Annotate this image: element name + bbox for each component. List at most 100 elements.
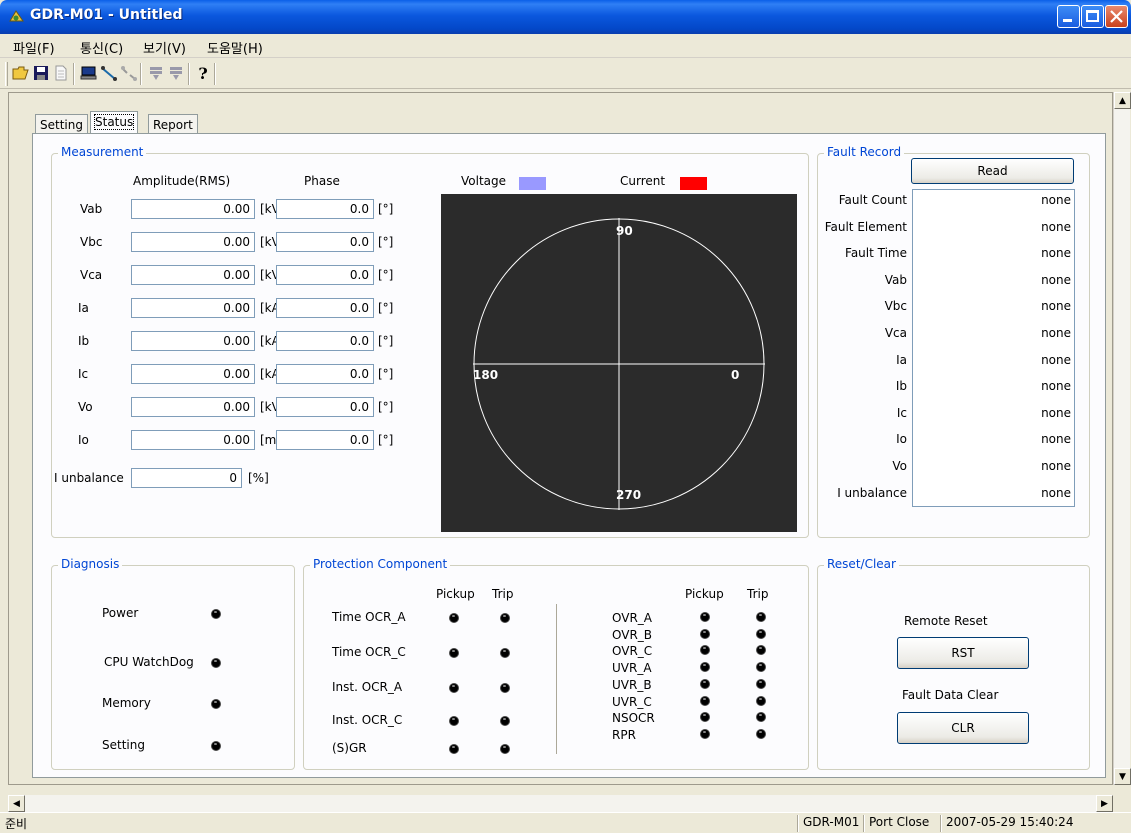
fault-record-value: none <box>1041 405 1071 420</box>
measurement-row-label: Io <box>78 433 89 447</box>
measurement-title: Measurement <box>58 145 147 159</box>
diagnosis-led <box>212 700 220 708</box>
amplitude-field[interactable]: 0.00 <box>131 265 255 285</box>
phase-field[interactable]: 0.0 <box>276 331 374 351</box>
status-separator <box>797 815 799 832</box>
phase-unit: [°] <box>378 400 394 414</box>
phase-field[interactable]: 0.0 <box>276 232 374 252</box>
phase-field[interactable]: 0.0 <box>276 298 374 318</box>
trip-led <box>501 614 509 622</box>
fault-record-label: Fault Time <box>845 246 907 261</box>
pickup-header-right: Pickup <box>685 587 724 601</box>
phasor-label-90: 90 <box>616 224 633 238</box>
fault-record-label: Vo <box>892 459 907 473</box>
measurement-row-label: Vo <box>78 400 93 414</box>
menu-file[interactable]: 파일(F) <box>13 38 55 57</box>
connect-icon[interactable] <box>100 64 118 82</box>
minimize-icon <box>1063 19 1072 22</box>
app-icon <box>9 10 24 22</box>
phase-field[interactable]: 0.0 <box>276 430 374 450</box>
vertical-scrollbar[interactable]: ▲ ▼ <box>1113 92 1131 785</box>
rst-button[interactable]: RST <box>897 637 1029 669</box>
scroll-left-button[interactable]: ◀ <box>8 795 25 812</box>
pickup-led <box>701 696 709 705</box>
phase-field[interactable]: 0.0 <box>276 265 374 285</box>
fault-record-value: none <box>1041 272 1071 287</box>
fault-record-label: Io <box>896 432 907 447</box>
amplitude-field[interactable]: 0.00 <box>131 430 255 450</box>
trip-led <box>501 684 509 692</box>
status-separator <box>863 815 865 832</box>
open-folder-icon[interactable] <box>12 64 30 82</box>
measurement-row-label: Vbc <box>80 235 103 249</box>
fault-record-value: none <box>1041 299 1071 314</box>
fault-record-label: Ic <box>896 405 907 420</box>
menu-help[interactable]: 도움말(H) <box>207 38 263 57</box>
current-legend-swatch <box>680 177 707 190</box>
toolbar-separator <box>73 63 75 85</box>
phase-field[interactable]: 0.0 <box>276 199 374 219</box>
unbalance-field[interactable]: 0 <box>131 468 242 488</box>
computer-connect-icon[interactable] <box>80 64 98 82</box>
minimize-button[interactable] <box>1057 5 1080 28</box>
upload-icon[interactable] <box>167 64 185 82</box>
trip-led <box>757 613 765 621</box>
menu-view[interactable]: 보기(V) <box>143 38 186 57</box>
clr-button[interactable]: CLR <box>897 712 1029 744</box>
trip-led <box>757 679 765 688</box>
phase-unit: [°] <box>378 301 394 315</box>
trip-led <box>757 629 765 638</box>
amplitude-field[interactable]: 0.00 <box>131 364 255 384</box>
amplitude-field[interactable]: 0.00 <box>131 199 255 219</box>
toolbar-separator <box>188 63 190 85</box>
toolbar-separator <box>214 63 216 85</box>
protection-item-label: (S)GR <box>332 741 367 755</box>
phasor-label-0: 0 <box>731 368 740 382</box>
phase-field[interactable]: 0.0 <box>276 364 374 384</box>
protection-title: Protection Component <box>310 557 451 571</box>
trip-led <box>501 717 509 725</box>
phase-field[interactable]: 0.0 <box>276 397 374 417</box>
amplitude-field[interactable]: 0.00 <box>131 331 255 351</box>
pickup-led <box>450 684 458 692</box>
amplitude-field[interactable]: 0.00 <box>131 298 255 318</box>
unbalance-unit: [%] <box>248 471 269 485</box>
maximize-button[interactable] <box>1081 5 1104 28</box>
protection-item-label: OVR_B <box>612 627 653 642</box>
amplitude-header: Amplitude(RMS) <box>133 174 231 188</box>
save-icon[interactable] <box>32 64 50 82</box>
protection-item-label: OVR_C <box>612 644 653 659</box>
fault-record-label: I unbalance <box>837 485 907 500</box>
tab-status-label: Status <box>93 114 135 130</box>
phase-unit: [°] <box>378 268 394 282</box>
protection-item-label: Time OCR_A <box>332 610 406 624</box>
scroll-down-button[interactable]: ▼ <box>1114 768 1131 785</box>
read-button[interactable]: Read <box>911 158 1074 184</box>
menu-communication[interactable]: 통신(C) <box>80 38 123 57</box>
download-icon[interactable] <box>147 64 165 82</box>
tab-setting-label: Setting <box>40 118 83 132</box>
pickup-led <box>701 679 709 688</box>
scroll-right-button[interactable]: ▶ <box>1096 795 1113 812</box>
close-button[interactable] <box>1105 5 1128 28</box>
diagnosis-led <box>212 742 220 750</box>
amplitude-field[interactable]: 0.00 <box>131 232 255 252</box>
fault-record-value: none <box>1041 459 1071 473</box>
scroll-up-button[interactable]: ▲ <box>1114 92 1131 109</box>
fault-data-clear-label: Fault Data Clear <box>902 688 999 702</box>
pickup-led <box>450 745 458 753</box>
toolbar-grip <box>5 62 8 86</box>
reset-clear-title: Reset/Clear <box>824 557 899 571</box>
amplitude-field[interactable]: 0.00 <box>131 397 255 417</box>
measurement-row-label: Ib <box>78 334 90 348</box>
fault-record-value: none <box>1041 485 1071 500</box>
horizontal-scrollbar[interactable]: ◀ ▶ <box>8 795 1113 812</box>
help-icon[interactable]: ? <box>194 64 212 83</box>
disconnect-icon[interactable] <box>120 64 138 82</box>
phase-header: Phase <box>304 174 340 188</box>
diagnosis-led <box>212 610 220 618</box>
status-ready: 준비 <box>5 817 28 831</box>
document-icon[interactable] <box>52 64 70 82</box>
trip-led <box>501 745 509 753</box>
pickup-led <box>701 613 709 621</box>
